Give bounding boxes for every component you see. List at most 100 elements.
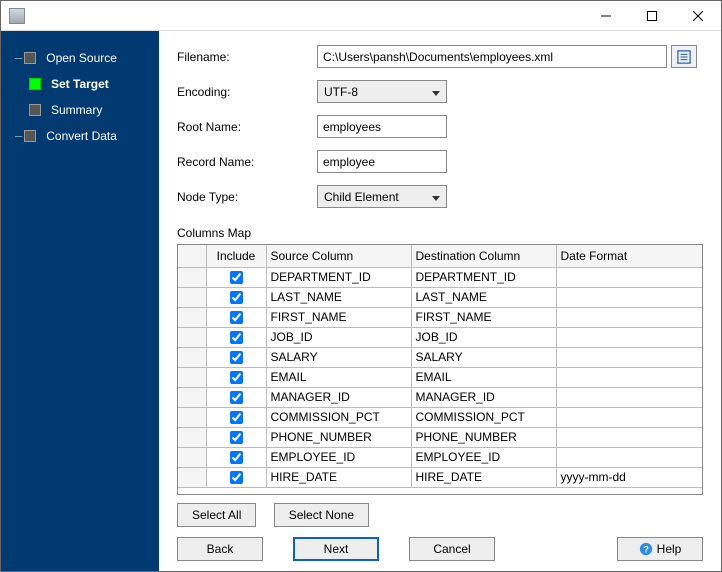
table-row[interactable]: SALARYSALARY [178, 347, 702, 367]
recordname-input[interactable] [317, 150, 447, 173]
include-cell[interactable] [206, 327, 266, 347]
row-header-cell[interactable] [178, 467, 206, 487]
include-checkbox[interactable] [230, 331, 243, 344]
include-header[interactable]: Include [206, 245, 266, 267]
sidebar-step-open-source[interactable]: – Open Source [1, 45, 159, 71]
browse-button[interactable] [671, 45, 697, 68]
include-cell[interactable] [206, 447, 266, 467]
table-row[interactable]: JOB_IDJOB_ID [178, 327, 702, 347]
source-cell[interactable]: EMPLOYEE_ID [266, 447, 411, 467]
format-cell[interactable] [556, 447, 702, 467]
format-cell[interactable] [556, 327, 702, 347]
dest-header[interactable]: Destination Column [411, 245, 556, 267]
row-header-cell[interactable] [178, 427, 206, 447]
table-row[interactable]: FIRST_NAMEFIRST_NAME [178, 307, 702, 327]
format-cell[interactable] [556, 387, 702, 407]
include-checkbox[interactable] [230, 291, 243, 304]
include-checkbox[interactable] [230, 431, 243, 444]
format-cell[interactable] [556, 407, 702, 427]
table-row[interactable]: MANAGER_IDMANAGER_ID [178, 387, 702, 407]
table-row[interactable]: EMPLOYEE_IDEMPLOYEE_ID [178, 447, 702, 467]
sidebar-step-convert-data[interactable]: – Convert Data [1, 123, 159, 149]
source-cell[interactable]: SALARY [266, 347, 411, 367]
table-row[interactable]: LAST_NAMELAST_NAME [178, 287, 702, 307]
dest-cell[interactable]: EMPLOYEE_ID [411, 447, 556, 467]
dest-cell[interactable]: EMAIL [411, 367, 556, 387]
include-checkbox[interactable] [230, 271, 243, 284]
sidebar-step-summary[interactable]: Summary [1, 97, 159, 123]
source-cell[interactable]: DEPARTMENT_ID [266, 267, 411, 287]
row-header-cell[interactable] [178, 307, 206, 327]
rootname-input[interactable] [317, 115, 447, 138]
include-cell[interactable] [206, 467, 266, 487]
dest-cell[interactable]: JOB_ID [411, 327, 556, 347]
include-cell[interactable] [206, 407, 266, 427]
include-cell[interactable] [206, 307, 266, 327]
include-cell[interactable] [206, 347, 266, 367]
source-header[interactable]: Source Column [266, 245, 411, 267]
dest-cell[interactable]: SALARY [411, 347, 556, 367]
include-cell[interactable] [206, 287, 266, 307]
source-cell[interactable]: HIRE_DATE [266, 467, 411, 487]
filename-input[interactable] [317, 45, 667, 68]
format-cell[interactable] [556, 287, 702, 307]
next-button[interactable]: Next [293, 537, 379, 561]
format-cell[interactable] [556, 427, 702, 447]
source-cell[interactable]: JOB_ID [266, 327, 411, 347]
sidebar-step-set-target[interactable]: Set Target [1, 71, 159, 97]
table-row[interactable]: DEPARTMENT_IDDEPARTMENT_ID [178, 267, 702, 287]
help-button[interactable]: ? Help [617, 537, 703, 561]
row-header-cell[interactable] [178, 267, 206, 287]
cancel-button[interactable]: Cancel [409, 537, 495, 561]
format-cell[interactable] [556, 307, 702, 327]
include-checkbox[interactable] [230, 411, 243, 424]
format-cell[interactable] [556, 267, 702, 287]
table-row[interactable]: HIRE_DATEHIRE_DATEyyyy-mm-dd [178, 467, 702, 487]
source-cell[interactable]: PHONE_NUMBER [266, 427, 411, 447]
source-cell[interactable]: COMMISSION_PCT [266, 407, 411, 427]
table-row[interactable]: PHONE_NUMBERPHONE_NUMBER [178, 427, 702, 447]
select-all-button[interactable]: Select All [177, 503, 256, 527]
close-button[interactable] [675, 1, 721, 30]
source-cell[interactable]: MANAGER_ID [266, 387, 411, 407]
include-cell[interactable] [206, 427, 266, 447]
table-row[interactable]: COMMISSION_PCTCOMMISSION_PCT [178, 407, 702, 427]
dest-cell[interactable]: DEPARTMENT_ID [411, 267, 556, 287]
include-checkbox[interactable] [230, 451, 243, 464]
maximize-button[interactable] [629, 1, 675, 30]
format-cell[interactable] [556, 367, 702, 387]
dest-cell[interactable]: FIRST_NAME [411, 307, 556, 327]
include-checkbox[interactable] [230, 471, 243, 484]
include-cell[interactable] [206, 267, 266, 287]
table-row[interactable]: EMAILEMAIL [178, 367, 702, 387]
dest-cell[interactable]: MANAGER_ID [411, 387, 556, 407]
include-cell[interactable] [206, 367, 266, 387]
encoding-select[interactable]: UTF-8 [317, 80, 447, 103]
format-cell[interactable]: yyyy-mm-dd [556, 467, 702, 487]
include-checkbox[interactable] [230, 351, 243, 364]
dest-cell[interactable]: LAST_NAME [411, 287, 556, 307]
row-header-cell[interactable] [178, 407, 206, 427]
minimize-button[interactable] [583, 1, 629, 30]
include-cell[interactable] [206, 387, 266, 407]
row-header-cell[interactable] [178, 287, 206, 307]
format-cell[interactable] [556, 347, 702, 367]
row-header-cell[interactable] [178, 387, 206, 407]
source-cell[interactable]: LAST_NAME [266, 287, 411, 307]
dest-cell[interactable]: PHONE_NUMBER [411, 427, 556, 447]
dest-cell[interactable]: COMMISSION_PCT [411, 407, 556, 427]
select-none-button[interactable]: Select None [274, 503, 369, 527]
row-header-cell[interactable] [178, 367, 206, 387]
include-checkbox[interactable] [230, 311, 243, 324]
include-checkbox[interactable] [230, 391, 243, 404]
source-cell[interactable]: FIRST_NAME [266, 307, 411, 327]
back-button[interactable]: Back [177, 537, 263, 561]
include-checkbox[interactable] [230, 371, 243, 384]
dest-cell[interactable]: HIRE_DATE [411, 467, 556, 487]
row-header-cell[interactable] [178, 347, 206, 367]
nodetype-select[interactable]: Child Element [317, 185, 447, 208]
format-header[interactable]: Date Format [556, 245, 702, 267]
source-cell[interactable]: EMAIL [266, 367, 411, 387]
row-header-cell[interactable] [178, 327, 206, 347]
row-header-cell[interactable] [178, 447, 206, 467]
